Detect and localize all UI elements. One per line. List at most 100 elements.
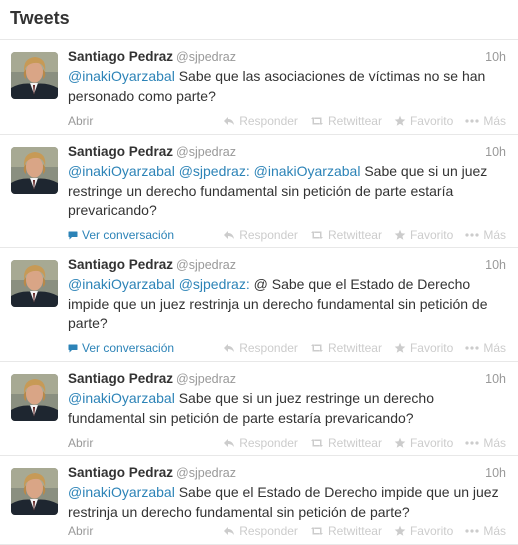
view-conversation-link[interactable]: Ver conversación [68, 340, 174, 356]
author-handle[interactable]: @sjpedraz [176, 372, 236, 386]
tweet-actions: Responder Retwittear Favorito Más [211, 227, 506, 243]
retweet-label: Retwittear [327, 524, 382, 538]
retweet-icon [310, 343, 324, 353]
more-label: Más [483, 114, 506, 128]
avatar[interactable] [11, 260, 58, 307]
author-handle[interactable]: @sjpedraz [176, 258, 236, 272]
avatar[interactable] [11, 468, 58, 515]
timestamp[interactable]: 10h [485, 464, 506, 482]
author-name[interactable]: Santiago Pedraz [68, 465, 173, 480]
favorite-label: Favorito [409, 524, 454, 538]
timestamp[interactable]: 10h [485, 143, 506, 161]
retweet-label: Retwittear [327, 114, 382, 128]
retweet-button[interactable]: Retwittear [310, 227, 382, 243]
author-name[interactable]: Santiago Pedraz [68, 144, 173, 159]
retweet-button[interactable]: Retwittear [310, 113, 382, 129]
tweet-item[interactable]: Santiago Pedraz @sjpedraz 10h @inakiOyarz… [0, 135, 518, 248]
reply-button[interactable]: Responder [223, 523, 298, 539]
more-label: Más [483, 436, 506, 450]
tweet-footer: Abrir Responder Retwittear Favorito Más [68, 523, 506, 539]
tweet-actions: Responder Retwittear Favorito Más [211, 435, 506, 451]
retweet-label: Retwittear [327, 436, 382, 450]
favorite-button[interactable]: Favorito [394, 435, 453, 451]
tweet-text: @inakiOyarzabal @sjpedraz: @ Sabe que el… [68, 275, 508, 334]
retweet-button[interactable]: Retwittear [310, 340, 382, 356]
author-handle[interactable]: @sjpedraz [176, 145, 236, 159]
mention-link[interactable]: @inakiOyarzabal [68, 163, 175, 179]
retweet-button[interactable]: Retwittear [310, 523, 382, 539]
reply-button[interactable]: Responder [223, 435, 298, 451]
mention-link[interactable]: @inakiOyarzabal [68, 390, 175, 406]
more-button[interactable]: Más [465, 113, 506, 129]
reply-button[interactable]: Responder [223, 227, 298, 243]
open-link[interactable]: Abrir [68, 435, 93, 451]
open-link[interactable]: Abrir [68, 113, 93, 129]
star-icon [394, 115, 406, 127]
page-title: Tweets [10, 8, 70, 28]
favorite-button[interactable]: Favorito [394, 523, 453, 539]
reply-arrow-icon [223, 116, 235, 126]
mention-link[interactable]: @inakiOyarzabal [254, 163, 361, 179]
mention-link[interactable]: @inakiOyarzabal [68, 68, 175, 84]
tweet-text: @inakiOyarzabal Sabe que el Estado de De… [68, 483, 508, 522]
favorite-button[interactable]: Favorito [394, 113, 453, 129]
view-conversation-label: Ver conversación [82, 228, 175, 242]
tweet-footer: Ver conversación Responder Retwittear Fa… [68, 227, 506, 243]
tweet-actions: Responder Retwittear Favorito Más [211, 113, 506, 129]
avatar[interactable] [11, 374, 58, 421]
tweet-item[interactable]: Santiago Pedraz @sjpedraz 10h @inakiOyarz… [0, 248, 518, 362]
star-icon [394, 342, 406, 354]
tweet-text: @inakiOyarzabal @sjpedraz: @inakiOyarzab… [68, 162, 508, 221]
more-button[interactable]: Más [465, 227, 506, 243]
tweet-text: @inakiOyarzabal Sabe que si un juez rest… [68, 389, 508, 428]
favorite-button[interactable]: Favorito [394, 340, 453, 356]
reply-arrow-icon [223, 438, 235, 448]
timestamp[interactable]: 10h [485, 256, 506, 274]
favorite-button[interactable]: Favorito [394, 227, 453, 243]
star-icon [394, 229, 406, 241]
tweet-footer: Ver conversación Responder Retwittear Fa… [68, 340, 506, 356]
timestamp[interactable]: 10h [485, 48, 506, 66]
favorite-label: Favorito [409, 228, 454, 242]
retweet-icon [310, 116, 324, 126]
more-button[interactable]: Más [465, 340, 506, 356]
mention-link[interactable]: @inakiOyarzabal [68, 484, 175, 500]
author-handle[interactable]: @sjpedraz [176, 50, 236, 64]
dots-icon [465, 233, 479, 237]
mention-link[interactable]: @sjpedraz: [179, 163, 250, 179]
tweet-item[interactable]: Santiago Pedraz @sjpedraz 10h @inakiOyarz… [0, 456, 518, 545]
tweet-item[interactable]: Santiago Pedraz @sjpedraz 10h @inakiOyarz… [0, 362, 518, 456]
mention-link[interactable]: @inakiOyarzabal [68, 276, 175, 292]
timestamp[interactable]: 10h [485, 370, 506, 388]
more-button[interactable]: Más [465, 523, 506, 539]
open-link[interactable]: Abrir [68, 523, 93, 539]
author-name[interactable]: Santiago Pedraz [68, 49, 173, 64]
dots-icon [465, 346, 479, 350]
reply-arrow-icon [223, 526, 235, 536]
retweet-icon [310, 526, 324, 536]
avatar[interactable] [11, 147, 58, 194]
reply-button[interactable]: Responder [223, 113, 298, 129]
more-button[interactable]: Más [465, 435, 506, 451]
author-name[interactable]: Santiago Pedraz [68, 371, 173, 386]
dots-icon [465, 119, 479, 123]
speech-bubble-icon [68, 231, 78, 240]
mention-link[interactable]: @sjpedraz: [179, 276, 250, 292]
reply-label: Responder [239, 114, 298, 128]
view-conversation-link[interactable]: Ver conversación [68, 227, 174, 243]
reply-label: Responder [239, 341, 298, 355]
retweet-label: Retwittear [327, 228, 382, 242]
tweets-header: Tweets [0, 0, 518, 40]
retweet-button[interactable]: Retwittear [310, 435, 382, 451]
dots-icon [465, 529, 479, 533]
reply-label: Responder [239, 228, 298, 242]
tweet-item[interactable]: Santiago Pedraz @sjpedraz 10h @inakiOyarz… [0, 40, 518, 135]
more-label: Más [483, 341, 506, 355]
reply-label: Responder [239, 436, 298, 450]
reply-label: Responder [239, 524, 298, 538]
favorite-label: Favorito [409, 114, 454, 128]
author-handle[interactable]: @sjpedraz [176, 466, 236, 480]
avatar[interactable] [11, 52, 58, 99]
reply-button[interactable]: Responder [223, 340, 298, 356]
author-name[interactable]: Santiago Pedraz [68, 257, 173, 272]
